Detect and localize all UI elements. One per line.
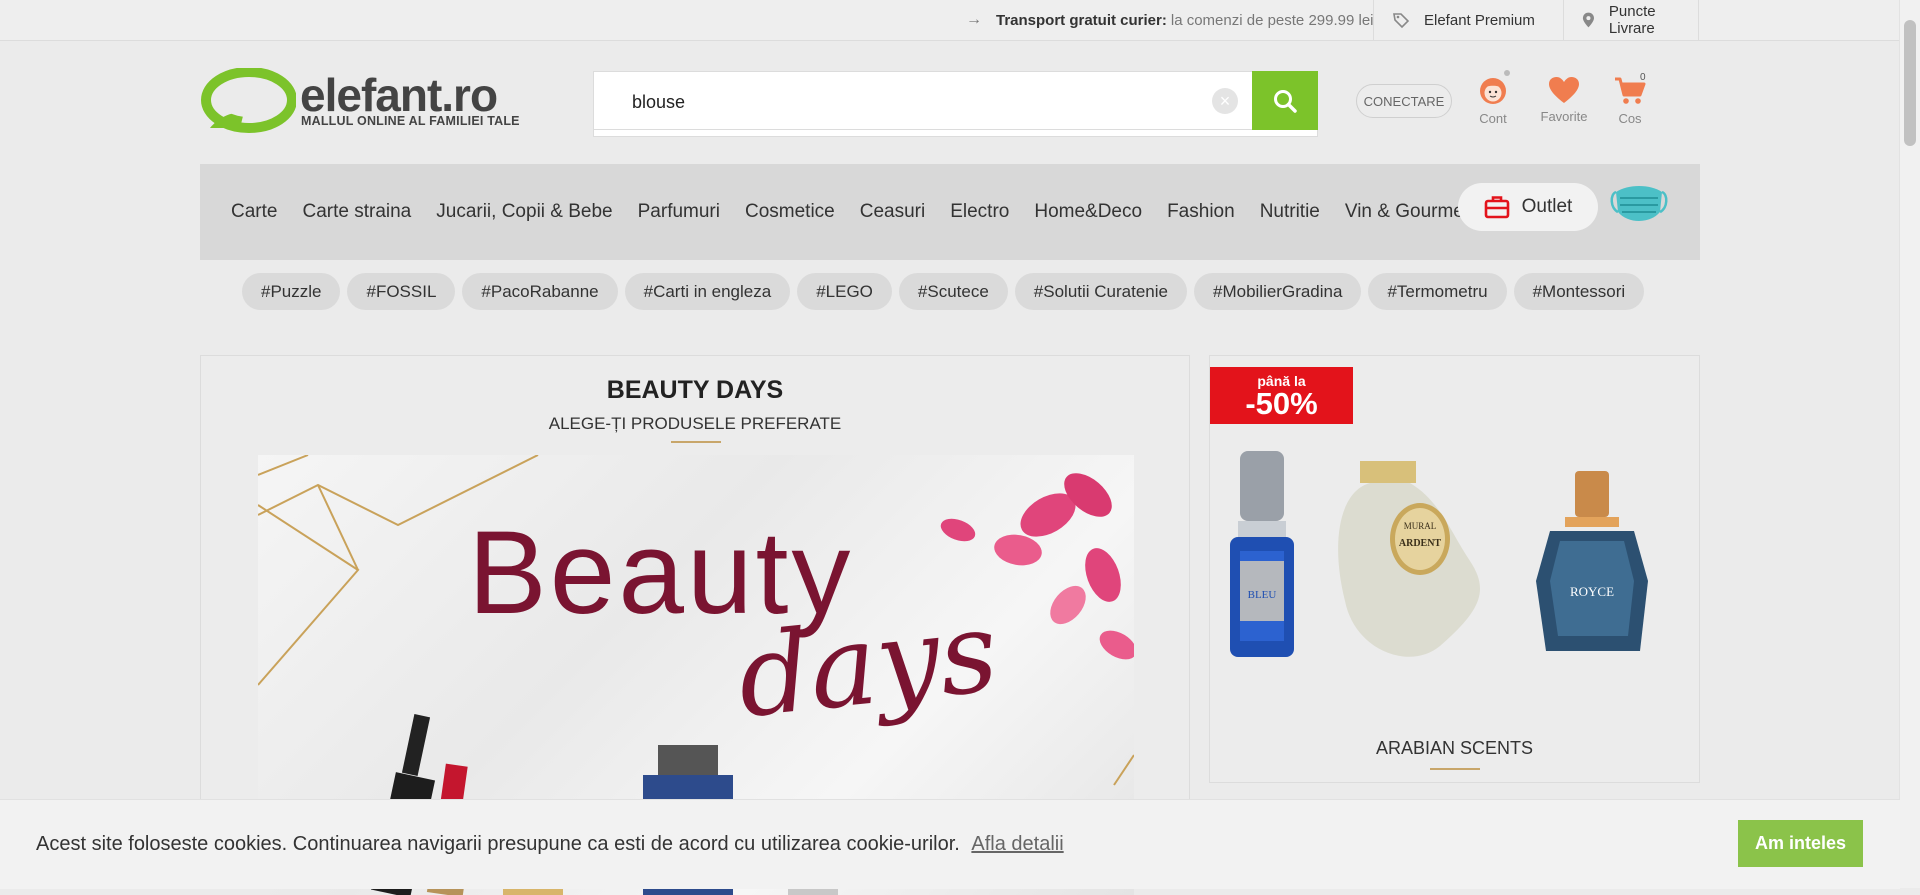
perfume-bottles-image[interactable]: BLEU MURAL ARDENT ROYCE (1210, 451, 1699, 691)
cookie-banner: Acest site foloseste cookies. Continuare… (0, 799, 1900, 889)
favorites-link[interactable]: Favorite (1528, 76, 1600, 124)
favorites-label: Favorite (1540, 109, 1588, 124)
search-bar: × (593, 71, 1318, 137)
page-scrollbar[interactable] (1899, 0, 1920, 888)
free-shipping-notice: → Transport gratuit curier: la comenzi d… (966, 0, 1374, 40)
logo-mark-icon (201, 68, 296, 133)
logo-brand-text: elefant.ro (300, 69, 498, 121)
shipping-text: la comenzi de peste 299.99 lei (1170, 11, 1374, 29)
puncte-livrare-link[interactable]: Puncte Livrare (1563, 0, 1699, 40)
tag-puzzle[interactable]: #Puzzle (242, 273, 341, 310)
conectare-button[interactable]: CONECTARE (1356, 84, 1452, 118)
outlet-button[interactable]: Outlet (1458, 183, 1598, 231)
nav-menu: Carte Carte straina Jucarii, Copii & Beb… (200, 164, 1482, 260)
cart-count-badge: 0 (1640, 72, 1646, 83)
search-input[interactable] (630, 88, 1194, 116)
nav-item-fashion[interactable]: Fashion (1155, 201, 1248, 223)
search-box: × (593, 71, 1253, 130)
search-icon (1274, 89, 1297, 113)
bottle-label-bleu: BLEU (1248, 589, 1277, 601)
hero-text-days: days (731, 586, 1004, 744)
nav-item-carte-straina[interactable]: Carte straina (290, 201, 424, 223)
logo-tagline: MALLUL ONLINE AL FAMILIEI TALE (301, 114, 520, 128)
cookie-message: Acest site foloseste cookies. Continuare… (36, 833, 1064, 856)
cart-label: Cos (1618, 111, 1642, 126)
arabian-scents-caption: ARABIAN SCENTS (1375, 738, 1534, 758)
caption-underline (1430, 768, 1480, 770)
tag-pacorabanne[interactable]: #PacoRabanne (462, 273, 618, 310)
heart-icon (1549, 77, 1579, 103)
account-link[interactable]: Cont (1468, 76, 1518, 126)
cookie-text: Acest site foloseste cookies. Continuare… (36, 833, 960, 855)
shipping-bold-text: Transport gratuit curier: (996, 11, 1167, 29)
tag-solutii-curatenie[interactable]: #Solutii Curatenie (1014, 273, 1187, 310)
nav-item-carte[interactable]: Carte (200, 201, 290, 223)
elefant-premium-link[interactable]: Elefant Premium (1373, 0, 1563, 40)
search-suggestions-dropdown (593, 129, 1318, 137)
discount-value: -50% (1245, 386, 1318, 421)
outlet-label: Outlet (1521, 196, 1573, 217)
account-label: Cont (1479, 111, 1507, 126)
main-navigation: Carte Carte straina Jucarii, Copii & Beb… (200, 164, 1700, 260)
puncte-label: Puncte Livrare (1608, 3, 1656, 37)
nav-item-electro[interactable]: Electro (938, 201, 1022, 223)
tag-fossil[interactable]: #FOSSIL (347, 273, 456, 310)
nav-item-jucarii[interactable]: Jucarii, Copii & Bebe (424, 201, 625, 223)
bottle-label-ardent: ARDENT (1399, 538, 1442, 549)
tag-icon (1393, 13, 1410, 29)
premium-label: Elefant Premium (1424, 11, 1535, 29)
bottle-label-royce: ROYCE (1570, 584, 1614, 599)
site-logo[interactable]: elefant.ro MALLUL ONLINE AL FAMILIEI TAL… (200, 68, 522, 136)
top-bar: → Transport gratuit curier: la comenzi d… (0, 0, 1900, 41)
nav-item-cosmetice[interactable]: Cosmetice (732, 201, 847, 223)
briefcase-icon (1484, 196, 1509, 219)
tag-lego[interactable]: #LEGO (797, 273, 892, 310)
banner-title: BEAUTY DAYS (606, 376, 784, 404)
cookie-learn-more-link[interactable]: Afla detalii (971, 833, 1063, 855)
discount-badge: până la -50% (1210, 367, 1353, 424)
arrow-right-icon: → (966, 11, 982, 28)
scrollbar-thumb[interactable] (1904, 20, 1916, 146)
tag-mobiliergradina[interactable]: #MobilierGradina (1194, 273, 1362, 310)
user-face-icon (1480, 78, 1506, 104)
banner-subtitle: ALEGE-ȚI PRODUSELE PREFERATE (548, 414, 842, 433)
popular-tags: #Puzzle #FOSSIL #PacoRabanne #Carti in e… (242, 273, 1651, 310)
nav-item-nutritie[interactable]: Nutritie (1247, 201, 1332, 223)
cookie-accept-button[interactable]: Am inteles (1738, 820, 1863, 867)
search-button[interactable] (1252, 71, 1318, 130)
clear-search-icon[interactable]: × (1212, 88, 1238, 114)
location-pin-icon (1582, 12, 1594, 28)
nav-item-ceasuri[interactable]: Ceasuri (847, 201, 937, 223)
title-underline (671, 441, 721, 443)
nav-item-home-deco[interactable]: Home&Deco (1022, 201, 1155, 223)
nav-item-parfumuri[interactable]: Parfumuri (625, 201, 732, 223)
arabian-scents-banner[interactable]: până la -50% BLEU MURAL ARDENT ROYCE ARA… (1209, 355, 1700, 783)
account-status-dot (1504, 70, 1510, 76)
face-mask-icon[interactable] (1610, 178, 1668, 230)
bottle-label-mural: MURAL (1404, 521, 1437, 531)
tag-carti-in-engleza[interactable]: #Carti in engleza (624, 273, 791, 310)
tag-montessori[interactable]: #Montessori (1513, 273, 1645, 310)
tag-scutece[interactable]: #Scutece (898, 273, 1008, 310)
tag-termometru[interactable]: #Termometru (1368, 273, 1507, 310)
cart-link[interactable]: Cos (1600, 76, 1660, 126)
